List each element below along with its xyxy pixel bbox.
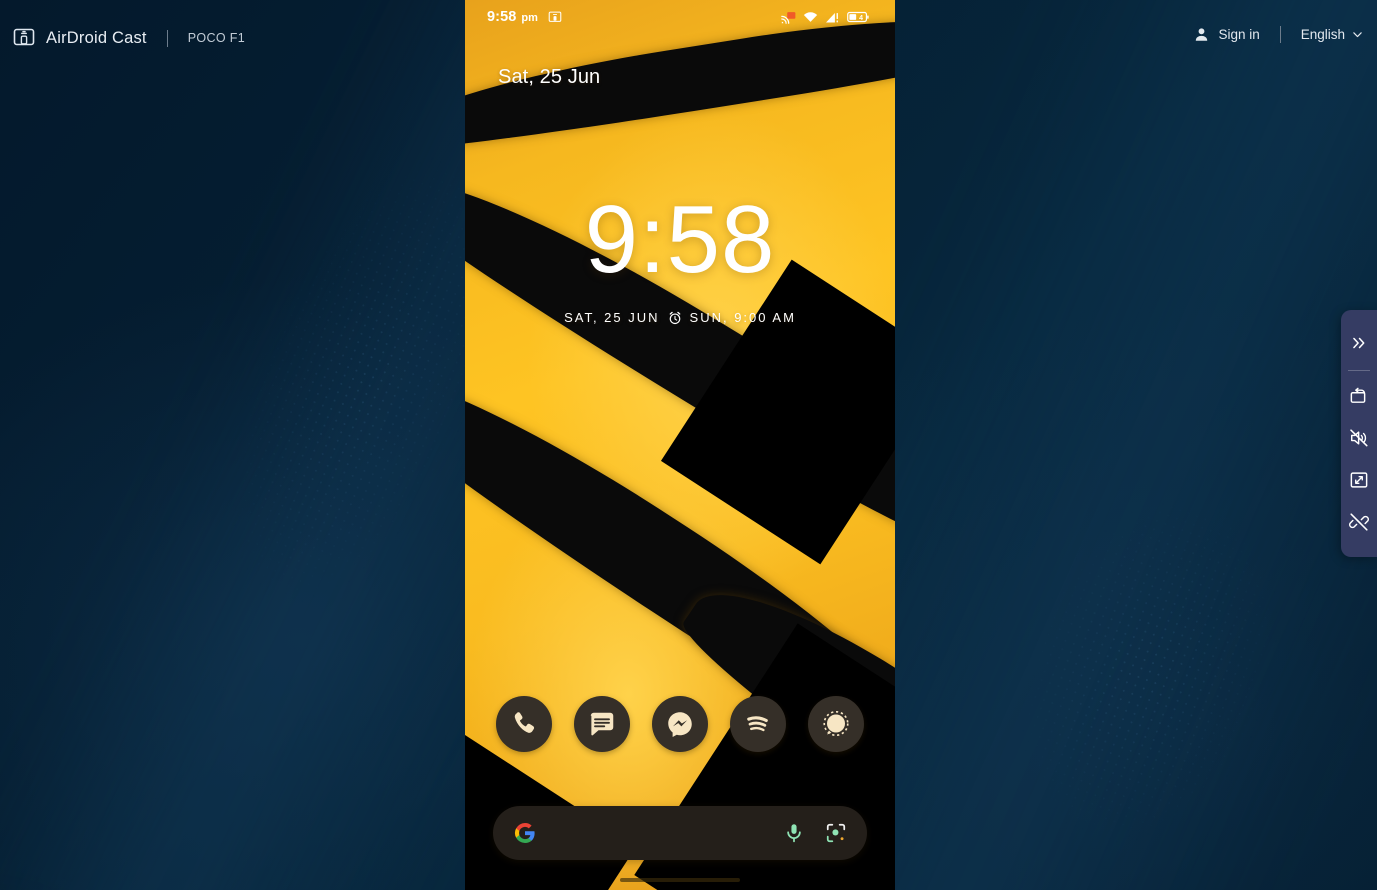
fullscreen-button[interactable] (1342, 459, 1376, 501)
alarm-clock-icon (668, 311, 682, 325)
language-selector[interactable]: English (1301, 27, 1363, 42)
rotate-screen-button[interactable] (1342, 375, 1376, 417)
google-g-icon (513, 821, 537, 845)
phone-mirror-screen[interactable]: 9:58 pm 4 Sat, 25 Jun 9:58 SAT, 25 JUN S… (465, 0, 895, 890)
topbar-divider-2 (1279, 26, 1281, 43)
cast-screen-icon (12, 26, 36, 50)
mute-button[interactable] (1342, 417, 1376, 459)
clock-subtitle-alarm: SUN, 9:00 AM (689, 310, 796, 325)
clock-subtitle: SAT, 25 JUN SUN, 9:00 AM (465, 310, 895, 325)
cellular-signal-icon (825, 11, 840, 23)
microphone-icon[interactable] (783, 822, 805, 844)
background-dot-pattern (956, 428, 1344, 890)
messages-app-icon[interactable] (574, 696, 630, 752)
brand-area: AirDroid Cast POCO F1 (12, 26, 245, 50)
disconnect-button[interactable] (1342, 501, 1376, 543)
home-gesture-bar[interactable] (620, 878, 740, 882)
topbar-divider (166, 29, 168, 47)
brand-title: AirDroid Cast (46, 28, 147, 47)
expand-toolbar-button[interactable] (1342, 322, 1376, 364)
app-dock (465, 696, 895, 752)
clock-time: 9:58 (584, 186, 776, 293)
clock-subtitle-date: SAT, 25 JUN (564, 310, 660, 325)
status-bar-ampm: pm (521, 12, 538, 24)
airdroid-cast-window: AirDroid Cast POCO F1 Sign in English 9:… (0, 0, 1377, 890)
sign-in-button[interactable]: Sign in (1194, 27, 1260, 42)
status-bar-left: 9:58 pm (487, 9, 562, 25)
signal-app-icon[interactable] (808, 696, 864, 752)
side-toolbar (1341, 310, 1377, 557)
wifi-icon (803, 11, 818, 23)
topbar-actions: Sign in English (1194, 26, 1363, 43)
screen-cast-notification-icon (548, 10, 562, 24)
user-icon (1194, 27, 1209, 42)
wallpaper (465, 0, 895, 890)
battery-level-label: 4 (859, 15, 863, 22)
messenger-app-icon[interactable] (652, 696, 708, 752)
android-status-bar: 9:58 pm 4 (465, 0, 895, 34)
connected-device-name: POCO F1 (187, 31, 246, 45)
chevron-down-icon (1352, 29, 1363, 40)
google-lens-icon[interactable] (825, 822, 847, 844)
clock-widget[interactable]: 9:58 SAT, 25 JUN SUN, 9:00 AM (465, 186, 895, 326)
spotify-app-icon[interactable] (730, 696, 786, 752)
battery-icon: 4 (847, 11, 869, 23)
status-bar-right: 4 (781, 11, 869, 24)
home-screen-date: Sat, 25 Jun (498, 66, 601, 88)
language-label: English (1300, 27, 1345, 42)
toolbar-separator (1348, 370, 1370, 371)
sign-in-label: Sign in (1218, 27, 1260, 42)
phone-app-icon[interactable] (496, 696, 552, 752)
cast-active-icon (781, 11, 796, 24)
google-search-bar[interactable] (493, 806, 867, 860)
status-bar-time: 9:58 (487, 9, 517, 25)
search-actions (783, 822, 847, 844)
